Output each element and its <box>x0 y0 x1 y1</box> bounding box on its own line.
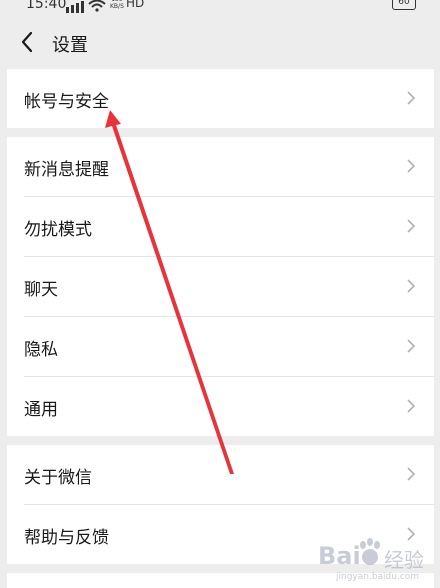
paw-icon <box>356 538 384 572</box>
battery-icon: 60 <box>392 0 416 10</box>
settings-item-label: 聊天 <box>24 280 58 300</box>
watermark: Bai 经验 jingyan.baidu.com <box>318 536 434 586</box>
chevron-right-icon <box>406 218 416 234</box>
chevron-right-icon <box>406 466 416 482</box>
wifi-icon <box>88 0 106 14</box>
settings-item-notifications[interactable]: 新消息提醒 <box>7 137 434 196</box>
settings-item-label: 通用 <box>24 400 58 420</box>
settings-item-label: 帐号与安全 <box>24 92 109 112</box>
hd-indicator: HD <box>126 0 145 10</box>
settings-item-label: 帮助与反馈 <box>24 528 109 548</box>
network-speed: 139 KB/S <box>110 0 124 10</box>
chevron-right-icon <box>406 158 416 174</box>
signal-icon <box>66 0 84 14</box>
chevron-right-icon <box>406 90 416 106</box>
settings-item-label: 隐私 <box>24 340 58 360</box>
screen: 15:40 139 KB/S HD 60 <box>0 0 440 588</box>
back-button[interactable] <box>18 30 38 54</box>
settings-group-general: 新消息提醒 勿扰模式 聊天 隐私 通用 <box>7 137 434 436</box>
watermark-brand: Bai <box>318 542 361 570</box>
settings-item-account-security[interactable]: 帐号与安全 <box>7 69 434 128</box>
page-title: 设置 <box>52 35 88 56</box>
settings-item-privacy[interactable]: 隐私 <box>7 316 434 376</box>
status-time: 15:40 <box>26 0 67 12</box>
network-speed-unit: KB/S <box>110 3 124 10</box>
settings-item-general[interactable]: 通用 <box>7 376 434 436</box>
chevron-right-icon <box>406 278 416 294</box>
settings-item-chat[interactable]: 聊天 <box>7 256 434 316</box>
chevron-right-icon <box>406 338 416 354</box>
settings-item-do-not-disturb[interactable]: 勿扰模式 <box>7 196 434 256</box>
watermark-url: jingyan.baidu.com <box>336 572 420 582</box>
settings-item-label: 关于微信 <box>24 468 92 488</box>
watermark-suffix: 经验 <box>384 548 424 572</box>
settings-item-label: 新消息提醒 <box>24 160 109 180</box>
settings-item-label: 勿扰模式 <box>24 220 92 240</box>
header: 设置 <box>0 14 440 68</box>
chevron-right-icon <box>406 398 416 414</box>
settings-group-account: 帐号与安全 <box>7 69 434 128</box>
status-bar: 15:40 139 KB/S HD 60 <box>0 0 440 14</box>
settings-item-about-wechat[interactable]: 关于微信 <box>7 445 434 504</box>
